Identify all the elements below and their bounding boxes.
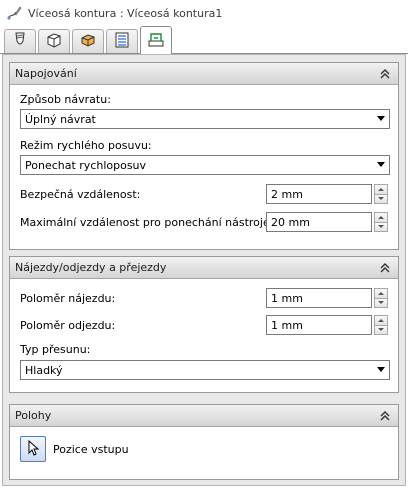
rapid-mode-label: Režim rychlého posuvu: xyxy=(20,139,152,152)
lead-out-radius-input[interactable]: 1 mm xyxy=(266,315,372,335)
entry-position-label: Pozice vstupu xyxy=(53,443,129,456)
increment-button[interactable] xyxy=(374,315,388,325)
cursor-arrow-icon xyxy=(26,439,40,459)
section-leads-title: Nájezdy/odjezdy a přejezdy xyxy=(15,261,167,274)
settings-sheet-icon xyxy=(113,31,131,52)
lead-in-radius-input[interactable]: 1 mm xyxy=(266,288,372,308)
linking-icon xyxy=(147,30,165,51)
section-leads: Nájezdy/odjezdy a přejezdy Poloměr nájez… xyxy=(9,256,399,393)
collapse-chevron-icon[interactable] xyxy=(378,261,392,275)
section-linking-header[interactable]: Napojování xyxy=(10,63,398,85)
decrement-button[interactable] xyxy=(374,324,388,335)
tool-icon xyxy=(11,31,29,52)
pencil-contour-icon xyxy=(6,5,22,21)
return-mode-value: Úplný návrat xyxy=(25,112,96,126)
tab-linking[interactable] xyxy=(140,26,172,54)
settings-panel: Napojování Způsob návratu: Úplný návrat … xyxy=(2,54,406,486)
collapse-chevron-icon[interactable] xyxy=(378,409,392,423)
safe-distance-label: Bezpečná vzdálenost: xyxy=(20,188,141,201)
section-positions: Polohy Pozice vstupu xyxy=(9,404,399,480)
rapid-mode-value: Ponechat rychloposuv xyxy=(25,158,147,172)
tab-strip xyxy=(0,26,408,54)
tab-tool[interactable] xyxy=(4,29,36,53)
window-title: Víceosá kontura : Víceosá kontura1 xyxy=(28,6,223,20)
section-linking: Napojování Způsob návratu: Úplný návrat … xyxy=(9,62,399,250)
max-stay-down-stepper[interactable]: 20 mm xyxy=(266,212,390,232)
lead-out-radius-label: Poloměr odjezdu: xyxy=(20,319,116,332)
decrement-button[interactable] xyxy=(374,221,388,232)
transition-type-label: Typ přesunu: xyxy=(20,343,91,356)
return-mode-label: Způsob návratu: xyxy=(20,93,111,106)
decrement-button[interactable] xyxy=(374,297,388,308)
tab-heights[interactable] xyxy=(72,29,104,53)
tab-passes[interactable] xyxy=(106,29,138,53)
entry-position-button[interactable] xyxy=(20,436,46,462)
increment-button[interactable] xyxy=(374,288,388,298)
rapid-mode-select[interactable]: Ponechat rychloposuv xyxy=(20,155,390,175)
increment-button[interactable] xyxy=(374,212,388,222)
cube-icon xyxy=(45,31,63,52)
section-positions-header[interactable]: Polohy xyxy=(10,405,398,427)
stock-icon xyxy=(79,31,97,52)
dropdown-arrow-icon xyxy=(377,162,385,167)
max-stay-down-input[interactable]: 20 mm xyxy=(266,212,372,232)
safe-distance-stepper[interactable]: 2 mm xyxy=(266,184,390,204)
tab-geometry[interactable] xyxy=(38,29,70,53)
decrement-button[interactable] xyxy=(374,193,388,204)
collapse-chevron-icon[interactable] xyxy=(378,67,392,81)
lead-in-radius-label: Poloměr nájezdu: xyxy=(20,292,116,305)
transition-type-select[interactable]: Hladký xyxy=(20,360,390,380)
section-leads-header[interactable]: Nájezdy/odjezdy a přejezdy xyxy=(10,257,398,279)
dropdown-arrow-icon xyxy=(377,116,385,121)
lead-out-radius-stepper[interactable]: 1 mm xyxy=(266,315,390,335)
transition-type-value: Hladký xyxy=(25,363,63,377)
window-titlebar: Víceosá kontura : Víceosá kontura1 xyxy=(0,0,408,26)
increment-button[interactable] xyxy=(374,184,388,194)
dropdown-arrow-icon xyxy=(377,367,385,372)
return-mode-select[interactable]: Úplný návrat xyxy=(20,109,390,129)
safe-distance-input[interactable]: 2 mm xyxy=(266,184,372,204)
section-linking-title: Napojování xyxy=(15,67,77,80)
section-positions-title: Polohy xyxy=(15,409,52,422)
lead-in-radius-stepper[interactable]: 1 mm xyxy=(266,288,390,308)
max-stay-down-label: Maximální vzdálenost pro ponechání nástr… xyxy=(20,216,301,229)
